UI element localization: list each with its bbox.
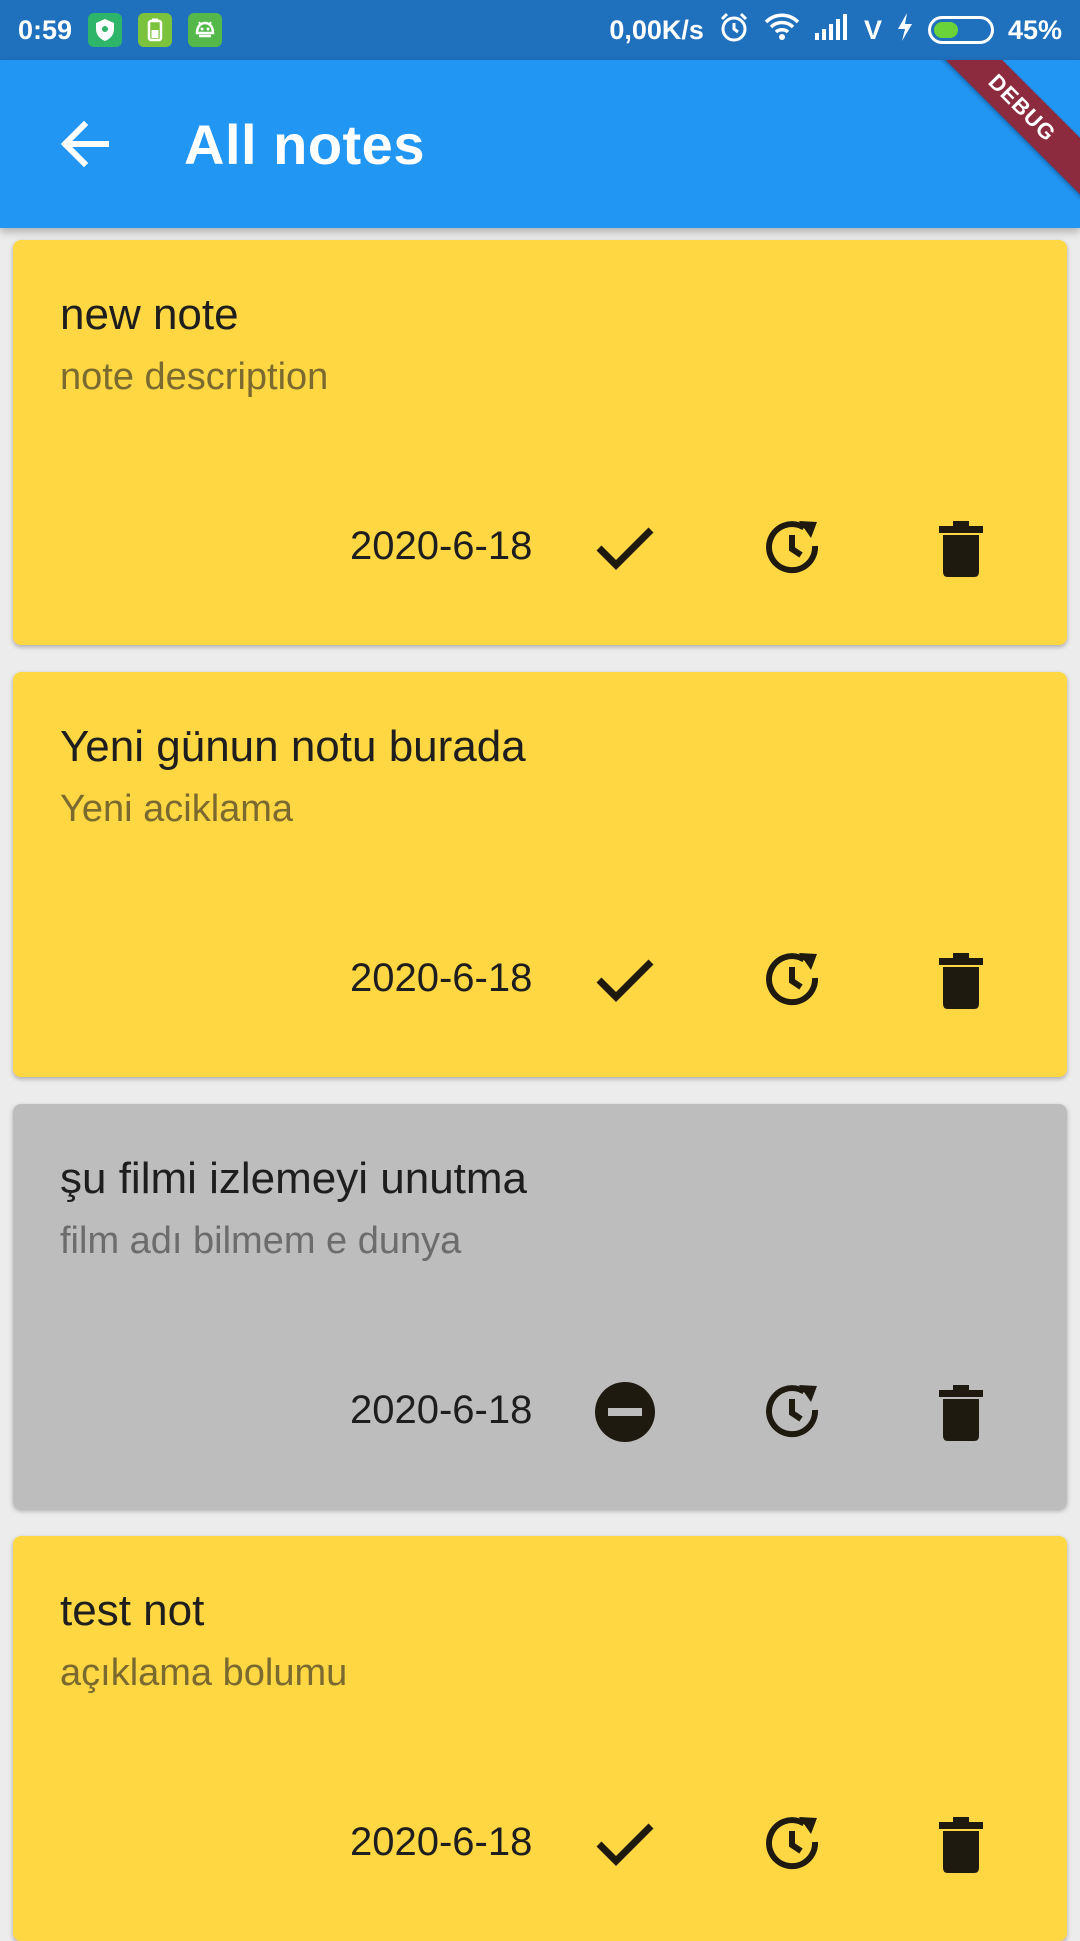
- note-description: film adı bilmem e dunya: [60, 1220, 462, 1262]
- delete-button[interactable]: [915, 934, 1007, 1026]
- snooze-button[interactable]: [747, 1798, 839, 1890]
- carrier-label: V: [863, 14, 882, 45]
- note-card[interactable]: new note note description 2020-6-18: [13, 240, 1067, 645]
- note-description: Yeni aciklama: [60, 788, 294, 830]
- clock-refresh-icon: [766, 953, 819, 1006]
- clock-refresh-icon: [766, 1385, 819, 1438]
- battery-level-fill: [933, 22, 959, 38]
- status-bar: 0:59 0,00K/s V 45%: [0, 0, 1080, 60]
- android-app-icon: [188, 13, 223, 47]
- note-date: 2020-6-18: [350, 1820, 533, 1864]
- check-icon: [596, 959, 654, 1002]
- wifi-icon: [764, 13, 800, 48]
- note-card[interactable]: şu filmi izlemeyi unutma film adı bilmem…: [13, 1104, 1067, 1509]
- delete-button[interactable]: [915, 1366, 1007, 1458]
- note-date: 2020-6-18: [350, 956, 533, 1000]
- delete-button[interactable]: [915, 1798, 1007, 1890]
- toggle-done-button[interactable]: [579, 502, 671, 594]
- back-button[interactable]: [34, 94, 134, 194]
- check-icon: [596, 527, 654, 570]
- note-date: 2020-6-18: [350, 524, 533, 568]
- snooze-button[interactable]: [747, 502, 839, 594]
- signal-icon: [814, 13, 850, 48]
- debug-banner: DEBUG: [915, 60, 1080, 215]
- clock-refresh-icon: [766, 521, 819, 574]
- page-title: All notes: [184, 112, 425, 176]
- trash-icon: [939, 1385, 983, 1441]
- trash-icon: [939, 1817, 983, 1873]
- trash-icon: [939, 521, 983, 577]
- remove-circle-icon: [595, 1382, 655, 1442]
- alarm-icon: [718, 11, 750, 50]
- shield-app-icon: [88, 13, 123, 47]
- app-bar: All notes DEBUG: [0, 60, 1080, 228]
- snooze-button[interactable]: [747, 934, 839, 1026]
- network-speed: 0,00K/s: [609, 14, 704, 45]
- charging-icon: [896, 12, 914, 49]
- toggle-done-button[interactable]: [579, 934, 671, 1026]
- status-bar-right: 0,00K/s V 45%: [609, 11, 1080, 50]
- note-title: new note: [60, 290, 239, 339]
- note-date: 2020-6-18: [350, 1388, 533, 1432]
- note-title: şu filmi izlemeyi unutma: [60, 1154, 528, 1203]
- toggle-done-button[interactable]: [579, 1798, 671, 1890]
- check-icon: [596, 1823, 654, 1866]
- toggle-done-button[interactable]: [579, 1366, 671, 1458]
- note-card[interactable]: Yeni günun notu burada Yeni aciklama 202…: [13, 672, 1067, 1077]
- note-description: note description: [60, 356, 329, 398]
- status-time: 0:59: [18, 14, 73, 45]
- note-title: Yeni günun notu burada: [60, 722, 526, 771]
- note-card[interactable]: test not açıklama bolumu 2020-6-18: [13, 1536, 1067, 1941]
- battery-app-icon: [138, 13, 173, 47]
- delete-button[interactable]: [915, 502, 1007, 594]
- snooze-button[interactable]: [747, 1366, 839, 1458]
- note-description: açıklama bolumu: [60, 1652, 348, 1694]
- battery-percent: 45%: [1007, 14, 1062, 45]
- status-bar-left: 0:59: [0, 13, 223, 47]
- trash-icon: [939, 953, 983, 1009]
- clock-refresh-icon: [766, 1817, 819, 1870]
- battery-icon: [927, 16, 994, 44]
- arrow-back-icon: [60, 120, 109, 168]
- note-title: test not: [60, 1586, 205, 1635]
